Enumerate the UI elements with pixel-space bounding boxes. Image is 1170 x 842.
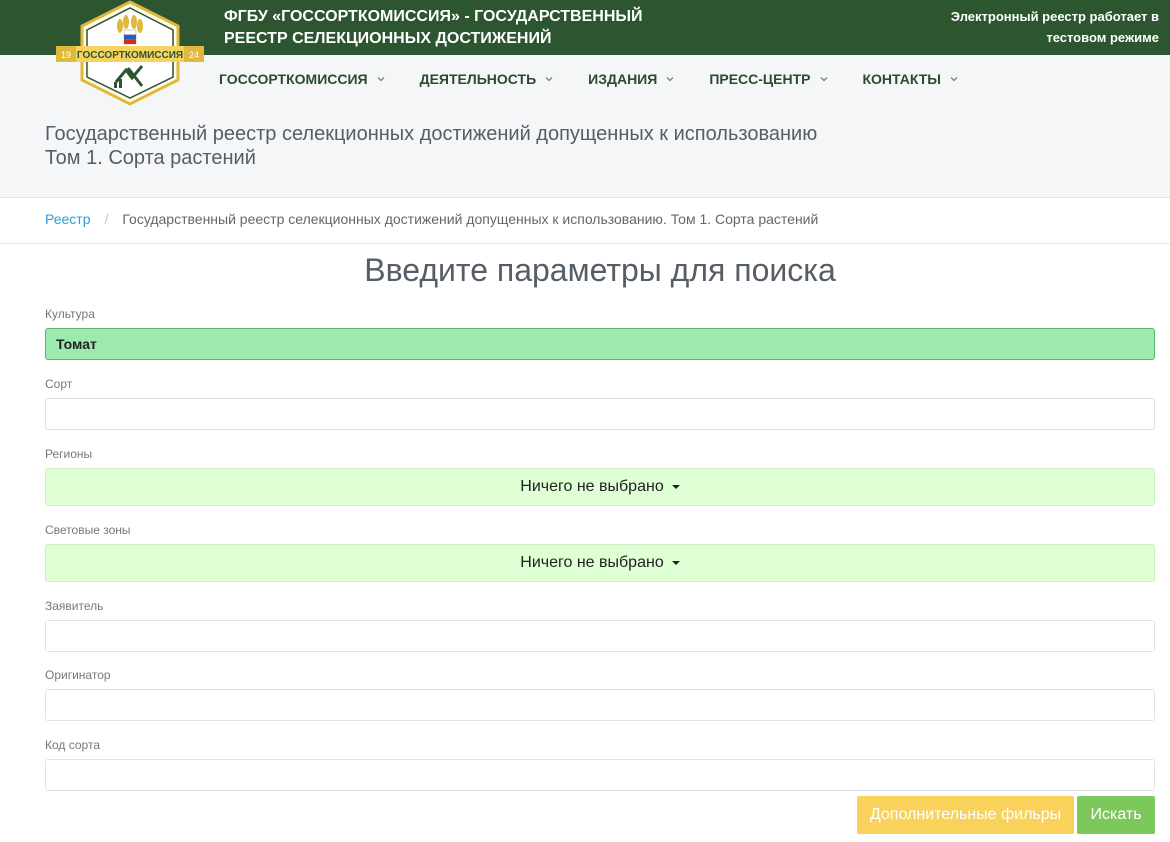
page-title-line2: Том 1. Сорта растений (45, 147, 256, 169)
originator-input[interactable] (45, 689, 1155, 721)
applicant-label: Заявитель (45, 599, 104, 613)
chevron-down-icon (377, 77, 385, 82)
chevron-down-icon (666, 77, 674, 82)
regions-select[interactable]: Ничего не выбрано (45, 468, 1155, 506)
org-title-line2: РЕЕСТР СЕЛЕКЦИОННЫХ ДОСТИЖЕНИЙ (224, 30, 552, 47)
gossortkomissiya-logo[interactable]: ГОССОРТКОМИССИЯ 19 24 (54, 0, 206, 108)
nav-item-press-center[interactable]: ПРЕСС-ЦЕНТР (709, 71, 828, 87)
logo-year-right: 24 (189, 50, 199, 60)
breadcrumb-root-link[interactable]: Реестр (45, 211, 91, 227)
breadcrumb-current: Государственный реестр селекционных дост… (122, 211, 819, 227)
chevron-down-icon (950, 77, 958, 82)
breadcrumb: Реестр / Государственный реестр селекцио… (45, 211, 818, 227)
page-title-line1: Государственный реестр селекционных дост… (45, 123, 818, 145)
breadcrumb-divider (0, 243, 1170, 244)
nav-item-label: ИЗДАНИЯ (588, 71, 658, 87)
logo-year-left: 19 (61, 50, 71, 60)
nav-item-label: ДЕЯТЕЛЬНОСТЬ (419, 71, 537, 87)
chevron-down-icon (545, 77, 553, 82)
caret-down-icon (671, 561, 680, 565)
light-zones-select-value: Ничего не выбрано (520, 554, 664, 571)
regions-select-value: Ничего не выбрано (520, 478, 664, 495)
sort-label: Сорт (45, 377, 73, 391)
applicant-input[interactable] (45, 620, 1155, 652)
org-title-line1: ФГБУ «ГОССОРТКОМИССИЯ» - ГОСУДАРСТВЕННЫЙ (224, 8, 643, 25)
culture-input[interactable] (45, 328, 1155, 360)
regions-label: Регионы (45, 447, 93, 461)
sort-code-label: Код сорта (45, 738, 100, 752)
zones-label: Световые зоны (45, 523, 131, 537)
test-mode-line1: Электронный реестр работает в (950, 9, 1159, 24)
test-mode-notice: Электронный реестр работает в тестовом р… (951, 6, 1159, 48)
originator-label: Оригинатор (45, 668, 111, 682)
nav-item-gossortkomissiya[interactable]: ГОССОРТКОМИССИЯ (219, 71, 386, 87)
breadcrumb-separator: / (104, 211, 109, 227)
sort-input[interactable] (45, 398, 1155, 430)
nav-item-label: ПРЕСС-ЦЕНТР (709, 71, 811, 87)
extra-filters-button[interactable]: Дополнительные фильры (857, 796, 1074, 834)
search-button[interactable]: Искать (1077, 796, 1155, 834)
chevron-down-icon (820, 77, 827, 82)
caret-down-icon (671, 485, 680, 489)
nav-item-contacts[interactable]: КОНТАКТЫ (863, 71, 959, 87)
test-mode-line2: тестовом режиме (1046, 30, 1159, 45)
logo-text: ГОССОРТКОМИССИЯ (77, 50, 183, 61)
page-title: Государственный реестр селекционных дост… (45, 122, 817, 170)
culture-label: Культура (45, 307, 95, 321)
nav-item-label: ГОССОРТКОМИССИЯ (219, 71, 368, 87)
light-zones-select[interactable]: Ничего не выбрано (45, 544, 1155, 582)
org-title: ФГБУ «ГОССОРТКОМИССИЯ» - ГОСУДАРСТВЕННЫЙ… (224, 6, 643, 50)
nav-item-activity[interactable]: ДЕЯТЕЛЬНОСТЬ (420, 71, 555, 87)
search-title: Введите параметры для поиска (364, 252, 836, 288)
main-nav: ГОССОРТКОМИССИЯ ДЕЯТЕЛЬНОСТЬ ИЗДАНИЯ ПРЕ… (219, 71, 993, 87)
nav-item-publications[interactable]: ИЗДАНИЯ (588, 71, 675, 87)
nav-item-label: КОНТАКТЫ (862, 71, 941, 87)
sort-code-input[interactable] (45, 759, 1155, 791)
